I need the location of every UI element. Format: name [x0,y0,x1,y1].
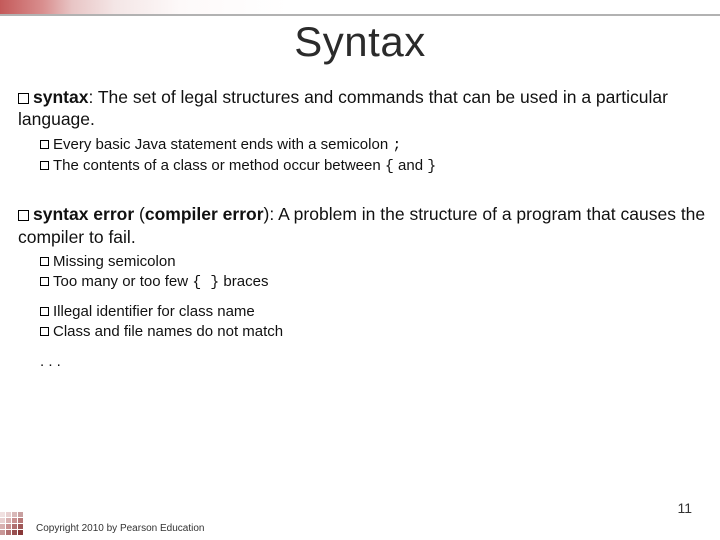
sub-bullet-name-mismatch: Class and file names do not match [40,322,712,342]
sub-text: Illegal identifier for class name [53,303,255,320]
bullet-icon [40,277,49,286]
sub-bullet-semicolon: Every basic Java statement ends with a s… [40,135,712,156]
bullet-icon [18,93,29,104]
sub-text: The contents of a class or method occur … [53,157,385,174]
decorative-corner-squares [0,512,32,540]
sub-text-mid: and [394,157,427,174]
term-syntax: syntax [33,87,88,107]
sub-text-post: braces [219,273,268,290]
bullet-icon [40,257,49,266]
decorative-top-gradient [0,0,720,16]
ellipsis-line: . . . [40,352,712,372]
slide: Syntax syntax: The set of legal structur… [0,0,720,540]
code-open-brace: { [385,158,394,175]
term-syntax-error: syntax error [33,204,134,224]
ellipsis: . . . [40,353,61,370]
page-number: 11 [677,500,692,516]
sub-text: Too many or too few [53,273,192,290]
code-semicolon: ; [392,137,401,154]
sub-bullet-brace-count: Too many or too few { } braces [40,272,712,293]
bullet-icon [40,140,49,149]
bullet-icon [18,210,29,221]
sub-text: Class and file names do not match [53,323,283,340]
code-braces: { } [192,274,219,291]
definition-syntax: syntax: The set of legal structures and … [18,86,712,131]
bullet-icon [40,161,49,170]
definition-syntax-error: syntax error (compiler error): A problem… [18,203,712,248]
bullet-icon [40,327,49,336]
copyright-footer: Copyright 2010 by Pearson Education [36,523,204,534]
slide-title: Syntax [0,18,720,66]
sub-bullet-illegal-id: Illegal identifier for class name [40,302,712,322]
slide-body: syntax: The set of legal structures and … [18,86,712,372]
sub-bullet-braces: The contents of a class or method occur … [40,156,712,177]
sub-text: Missing semicolon [53,253,176,270]
code-close-brace: } [427,158,436,175]
def-syntax-text: : The set of legal structures and comman… [18,87,668,129]
bullet-icon [40,307,49,316]
sub-text: Every basic Java statement ends with a s… [53,136,392,153]
term-compiler-error: compiler error [145,204,264,224]
sub-bullet-missing-semi: Missing semicolon [40,252,712,272]
